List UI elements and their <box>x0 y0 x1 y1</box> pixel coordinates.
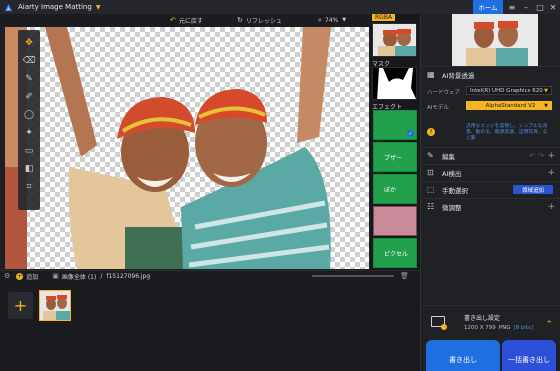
fine-tune-label: 微調整 <box>442 203 462 212</box>
file-bar: ⚙ + 追加 ▣ 画像全体 (1) / f15127096.jpg 🗑 <box>0 270 420 281</box>
close-icon[interactable]: ✕ <box>546 0 560 14</box>
export-info: 1200 X 799 PNG [8 bits] <box>464 325 534 331</box>
ai-bg-icon: ▦ <box>427 70 435 79</box>
restore-brush-icon[interactable]: ✐ <box>22 90 36 104</box>
file-name: f15127096.jpg <box>106 272 151 280</box>
brush-tool-icon[interactable]: ✎ <box>22 72 36 86</box>
rgba-thumbnail[interactable] <box>372 23 417 57</box>
maximize-icon[interactable]: □ <box>533 0 547 14</box>
ai-model-label: AIモデル <box>427 105 449 111</box>
path-separator: / <box>100 272 103 280</box>
add-label[interactable]: 追加 <box>26 272 38 281</box>
undo-label: 元に戻す <box>178 17 203 25</box>
right-panel: ▦ AI背景透過 ハードウェア Intel(R) UHD Graphics 62… <box>420 14 560 371</box>
image-canvas[interactable] <box>5 27 369 269</box>
ai-bg-section[interactable]: ▦ AI背景透過 <box>421 66 560 82</box>
canvas-toolbar: ↶ 元に戻す ↻ リフレッシュ ⌕ 74% ▼ <box>0 14 370 26</box>
export-settings-title: 書き出し設定 <box>464 315 501 322</box>
menu-icon[interactable]: ≡ <box>505 0 519 14</box>
refresh-button[interactable]: ↻ リフレッシュ <box>237 16 282 25</box>
ai-model-select[interactable]: AlphaStandard V2 ▼ <box>466 101 552 110</box>
chevron-up-icon[interactable]: ⌃ <box>545 320 553 330</box>
result-preview <box>452 14 538 66</box>
add-icon[interactable]: + <box>547 168 555 178</box>
zoom-slider[interactable] <box>312 275 394 277</box>
add-icon[interactable]: + <box>547 202 555 212</box>
hardware-select[interactable]: Intel(R) UHD Graphics 620 ▼ <box>466 86 552 95</box>
edit-section[interactable]: ✎ 編集 ↶ ↷ + <box>421 147 560 163</box>
add-icon[interactable]: + <box>547 151 555 161</box>
fine-tune-section[interactable]: ☷ 微調整 + <box>421 198 560 214</box>
ai-bg-title: AI背景透過 <box>442 71 475 80</box>
effect-thumbnail[interactable] <box>373 206 417 236</box>
zoom-icon: ⌕ <box>318 15 322 24</box>
effect-thumbnail[interactable]: ✓ <box>373 110 417 140</box>
add-file-button[interactable]: + <box>8 292 33 319</box>
compare-icon[interactable]: ◧ <box>22 162 36 176</box>
hardware-label: ハードウェア <box>427 90 461 96</box>
region-add-button[interactable]: 領域追加 <box>513 185 553 194</box>
effect-thumbnail[interactable]: ぼか <box>373 174 417 204</box>
trash-icon[interactable]: 🗑 <box>400 272 409 280</box>
minimize-icon[interactable]: – <box>519 0 533 14</box>
edit-icon: ✎ <box>427 151 434 160</box>
rect-select-icon[interactable]: ▭ <box>22 144 36 158</box>
eraser-tool-icon[interactable]: ⌫ <box>22 54 36 68</box>
preview-strip: RGBA マスク エフェクト ✓ ブザー ぼか ピクセル <box>370 14 420 270</box>
chevron-down-icon: ▼ <box>342 17 347 23</box>
file-thumbnail[interactable] <box>39 290 71 321</box>
effect-thumbnail[interactable]: ブザー <box>373 142 417 172</box>
undo-icon: ↶ <box>170 16 176 24</box>
app-logo-icon <box>4 3 13 11</box>
wand-tool-icon[interactable]: ✦ <box>22 126 36 140</box>
refresh-icon: ↻ <box>237 16 243 24</box>
effect-thumbnail[interactable]: ピクセル <box>373 238 417 268</box>
home-button[interactable]: ホーム <box>473 0 503 14</box>
move-tool-icon[interactable]: ✥ <box>22 36 36 50</box>
rgba-label: RGBA <box>372 14 396 21</box>
zoom-value: 74% <box>324 16 339 24</box>
app-title: Aiarty Image Matting <box>18 3 92 11</box>
export-button[interactable]: 書き出し <box>426 340 500 371</box>
zoom-control[interactable]: ⌕ 74% ▼ <box>318 16 346 25</box>
undo-button[interactable]: ↶ 元に戻す <box>170 16 203 25</box>
adjust-icon: ☷ <box>427 202 435 211</box>
tool-rail: ✥ ⌫ ✎ ✐ ◯ ✦ ▭ ◧ ⌗ <box>18 30 40 210</box>
ai-detect-section[interactable]: ⊡ AI検出 + <box>421 164 560 180</box>
subject-photo <box>5 27 331 269</box>
info-icon[interactable]: ? <box>427 128 435 136</box>
manual-select-section[interactable]: ⬚ 手動選択 領域追加 <box>421 181 560 197</box>
ai-detect-icon: ⊡ <box>427 168 434 177</box>
batch-export-button[interactable]: 一括書き出し <box>502 340 556 371</box>
crop-icon[interactable]: ⌗ <box>22 180 36 194</box>
file-list: + <box>0 281 420 371</box>
image-icon: ▣ <box>52 272 59 280</box>
edit-label: 編集 <box>442 152 455 161</box>
title-bar: Aiarty Image Matting ▼ ホーム ≡ – □ ✕ <box>0 0 560 14</box>
add-icon[interactable]: + <box>16 272 24 280</box>
undo-icon[interactable]: ↶ <box>529 152 535 160</box>
select-icon: ⬚ <box>427 185 435 194</box>
chevron-down-icon: ▼ <box>544 87 548 94</box>
mask-thumbnail[interactable] <box>372 67 417 100</box>
chevron-down-icon[interactable]: ▼ <box>96 4 101 11</box>
check-icon: ✓ <box>407 130 414 137</box>
refresh-label: リフレッシュ <box>245 17 282 25</box>
manual-select-label: 手動選択 <box>442 186 468 195</box>
model-description: 汎用なエッジを実現し、シンプルな背景、動の毛、無源高速、証明写真、など最 <box>466 124 548 141</box>
ai-detect-label: AI検出 <box>442 169 462 178</box>
all-images-label[interactable]: 画像全体 (1) <box>62 272 96 281</box>
chevron-down-icon: ▼ <box>544 102 548 109</box>
lasso-tool-icon[interactable]: ◯ <box>22 108 36 122</box>
gear-icon[interactable]: ⚙ <box>4 272 10 280</box>
export-settings-badge <box>441 324 447 330</box>
redo-icon[interactable]: ↷ <box>538 152 544 160</box>
